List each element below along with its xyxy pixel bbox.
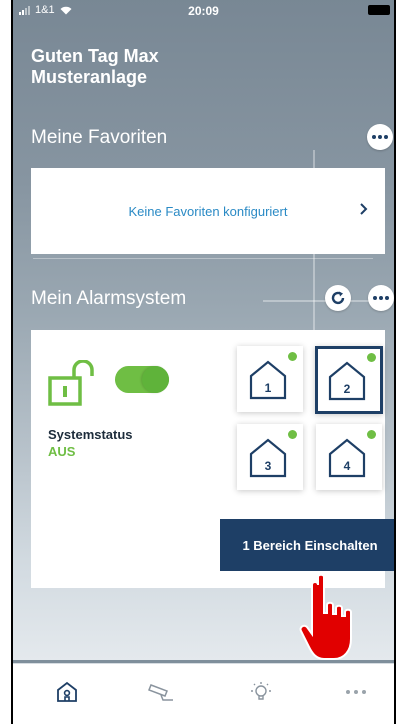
- tab-more[interactable]: [340, 678, 372, 706]
- zone-number: 3: [264, 459, 272, 473]
- app-screen: 1&1 20:09 Guten Tag Max Musteranlage Mei…: [11, 0, 396, 724]
- alarm-title: Mein Alarmsystem: [31, 288, 187, 309]
- chevron-right-icon: [360, 203, 368, 215]
- installation-name: Musteranlage: [31, 67, 148, 87]
- house-icon: [249, 438, 287, 478]
- favorites-empty-link[interactable]: Keine Favoriten konfiguriert: [31, 204, 385, 219]
- system-status-label: Systemstatus: [48, 427, 133, 442]
- more-icon: [346, 690, 366, 694]
- refresh-icon: [331, 291, 345, 305]
- alarm-card: Systemstatus AUS 1 2 3 4 1 Bereich Einsc…: [31, 330, 394, 588]
- pointing-hand-icon: [299, 573, 352, 660]
- unlocked-padlock-icon: [48, 360, 94, 406]
- house-icon: [328, 361, 366, 401]
- tab-home[interactable]: [51, 678, 83, 706]
- house-icon: [328, 438, 366, 478]
- zone-2-button[interactable]: 2: [315, 346, 383, 414]
- zone-3-button[interactable]: 3: [237, 424, 303, 490]
- greeting: Guten Tag Max Musteranlage: [31, 46, 159, 88]
- activate-zone-button[interactable]: 1 Bereich Einschalten: [220, 519, 394, 571]
- system-status-value: AUS: [48, 444, 76, 459]
- battery-icon: [368, 5, 390, 15]
- greeting-name: Guten Tag Max: [31, 46, 159, 66]
- alarm-more-button[interactable]: [368, 285, 394, 311]
- zone-status-dot: [367, 353, 376, 362]
- zone-status-dot: [367, 430, 376, 439]
- status-bar: 1&1 20:09: [13, 0, 394, 22]
- zone-status-dot: [288, 430, 297, 439]
- tab-camera[interactable]: [145, 678, 177, 706]
- tab-light[interactable]: [245, 678, 277, 706]
- zone-number: 4: [343, 459, 351, 473]
- home-icon: [57, 681, 77, 702]
- favorites-card[interactable]: Keine Favoriten konfiguriert: [31, 168, 385, 254]
- zone-number: 1: [264, 381, 272, 395]
- more-icon: [373, 296, 389, 300]
- camera-icon: [148, 684, 173, 701]
- zone-4-button[interactable]: 4: [316, 424, 382, 490]
- zone-number: 2: [343, 382, 351, 396]
- clock: 20:09: [188, 4, 219, 18]
- zone-1-button[interactable]: 1: [237, 346, 303, 412]
- favorites-title: Meine Favoriten: [31, 127, 168, 148]
- house-icon: [249, 360, 287, 400]
- tab-bar: [13, 663, 394, 724]
- favorites-more-button[interactable]: [367, 124, 393, 150]
- more-icon: [372, 135, 388, 139]
- system-toggle[interactable]: [115, 366, 169, 393]
- zone-status-dot: [288, 352, 297, 361]
- refresh-button[interactable]: [325, 285, 351, 311]
- lightbulb-icon: [251, 682, 271, 700]
